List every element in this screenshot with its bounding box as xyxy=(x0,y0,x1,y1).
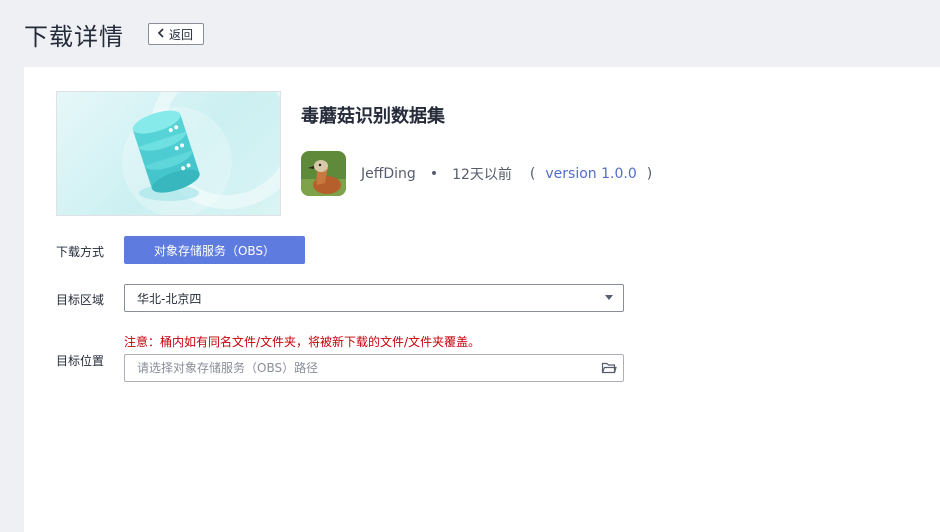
obs-path-input[interactable] xyxy=(124,354,624,382)
back-button[interactable]: 返回 xyxy=(148,23,205,45)
page-header: 下载详情 返回 xyxy=(24,14,205,54)
avatar[interactable] xyxy=(301,151,346,196)
meta-separator: • xyxy=(429,166,439,182)
location-label: 目标位置 xyxy=(56,354,105,368)
version-paren-close: ) xyxy=(646,166,653,182)
database-icon xyxy=(122,92,280,215)
obs-download-button[interactable]: 对象存储服务（OBS） xyxy=(124,236,305,264)
download-method-label: 下载方式 xyxy=(56,245,105,259)
caret-down-icon xyxy=(605,295,613,300)
author-name[interactable]: JeffDing xyxy=(361,166,416,182)
overwrite-warning: 注意：桶内如有同名文件/文件夹，将被新下载的文件/文件夹覆盖。 xyxy=(124,335,481,349)
duck-avatar-image xyxy=(301,151,346,196)
dataset-cover xyxy=(56,91,281,216)
page-title: 下载详情 xyxy=(24,22,124,51)
region-select[interactable]: 华北-北京四 xyxy=(124,284,624,312)
version-link[interactable]: version 1.0.0 xyxy=(545,166,636,182)
dataset-meta: JeffDing • 12天以前 ( version 1.0.0 ) xyxy=(361,164,656,184)
folder-open-icon[interactable] xyxy=(601,360,617,376)
details-card: 毒蘑菇识别数据集 JeffDing • 12天以前 ( version 1.0.… xyxy=(24,67,940,532)
back-button-label: 返回 xyxy=(169,27,194,42)
version-paren-open: ( xyxy=(529,166,536,182)
updated-time: 12天以前 xyxy=(452,167,512,183)
dataset-title: 毒蘑菇识别数据集 xyxy=(301,106,445,127)
region-label: 目标区域 xyxy=(56,293,105,307)
region-select-value: 华北-北京四 xyxy=(137,291,202,306)
chevron-left-icon xyxy=(157,28,165,40)
